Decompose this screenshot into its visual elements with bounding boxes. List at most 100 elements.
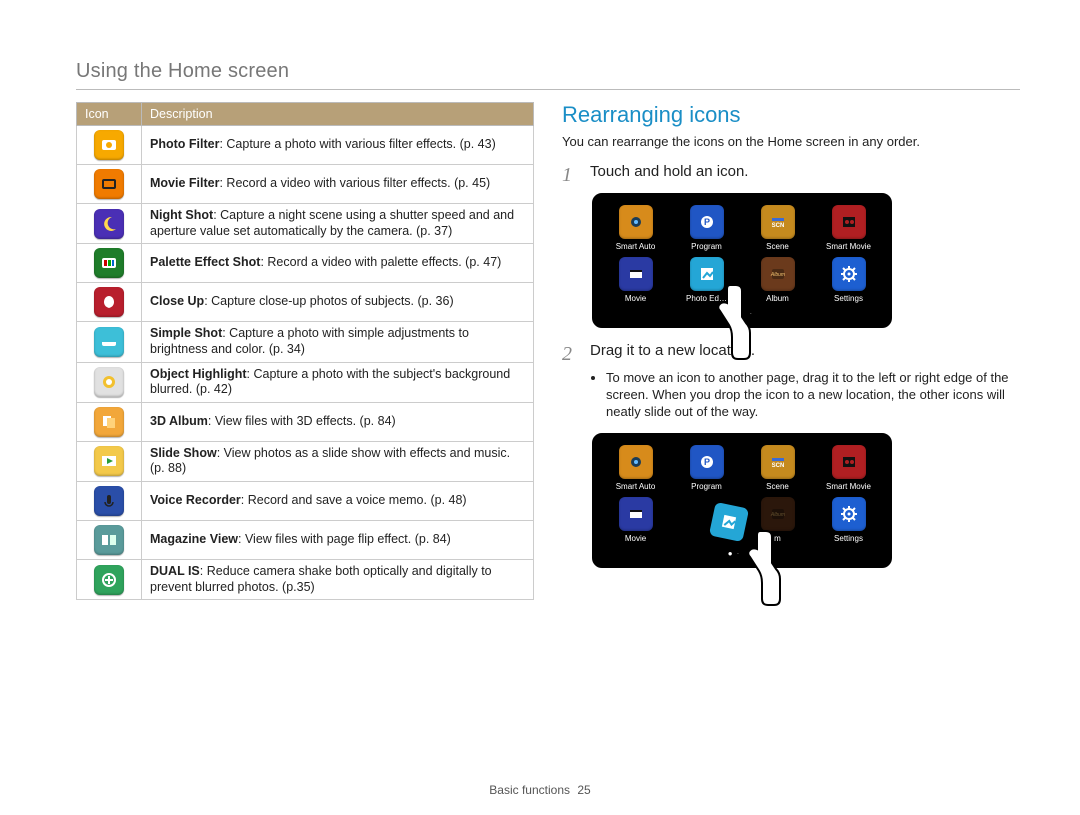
icon-cell bbox=[77, 126, 142, 165]
scene-icon: SCN bbox=[761, 205, 795, 239]
night-shot-icon bbox=[94, 209, 124, 239]
step-1: 1 Touch and hold an icon. bbox=[562, 163, 1020, 185]
palette-shot-icon bbox=[94, 248, 124, 278]
rest: : Record a video with various filter eff… bbox=[219, 176, 490, 190]
step-2-number: 2 bbox=[562, 342, 580, 364]
phone-app-movie: Movie bbox=[602, 497, 669, 543]
footer: Basic functions 25 bbox=[0, 783, 1080, 797]
icon-cell bbox=[77, 402, 142, 441]
phone-app-label: Settings bbox=[834, 534, 863, 543]
phone-app-scene: SCNScene bbox=[744, 445, 811, 491]
desc-cell: Voice Recorder: Record and save a voice … bbox=[142, 482, 534, 521]
table-row: Object Highlight: Capture a photo with t… bbox=[77, 362, 534, 402]
phone-app-settings: Settings bbox=[815, 257, 882, 303]
rest: : Reduce camera shake both optically and… bbox=[150, 564, 492, 594]
scene-icon: SCN bbox=[761, 445, 795, 479]
phone-mockup-1: Smart AutoPProgramSCNSceneSmart MovieMov… bbox=[592, 193, 892, 328]
3d-album-icon bbox=[94, 407, 124, 437]
rest: : Capture close-up photos of subjects. (… bbox=[204, 294, 453, 308]
rest: : Record and save a voice memo. (p. 48) bbox=[241, 493, 467, 507]
phone-app-program: P Program bbox=[673, 445, 740, 491]
table-row: Close Up: Capture close-up photos of sub… bbox=[77, 283, 534, 322]
movie-filter-icon bbox=[94, 169, 124, 199]
desc-cell: Object Highlight: Capture a photo with t… bbox=[142, 362, 534, 402]
svg-text:SCN: SCN bbox=[771, 463, 784, 469]
term: Movie Filter bbox=[150, 176, 219, 190]
table-row: DUAL IS: Reduce camera shake both optica… bbox=[77, 560, 534, 600]
phone-mockup-2: Smart Auto P Program SCNScene Smart Movie Mov… bbox=[592, 433, 892, 568]
term: Magazine View bbox=[150, 532, 238, 546]
desc-cell: 3D Album: View files with 3D effects. (p… bbox=[142, 402, 534, 441]
desc-cell: Close Up: Capture close-up photos of sub… bbox=[142, 283, 534, 322]
desc-cell: Movie Filter: Record a video with variou… bbox=[142, 165, 534, 204]
phone-app-settings: Settings bbox=[815, 497, 882, 543]
step-1-text: Touch and hold an icon. bbox=[590, 163, 748, 185]
step-1-number: 1 bbox=[562, 163, 580, 185]
phone-app-label: Program bbox=[691, 482, 722, 491]
desc-cell: Night Shot: Capture a night scene using … bbox=[142, 204, 534, 244]
object-hl-icon bbox=[94, 367, 124, 397]
phone-app-label: Scene bbox=[766, 242, 789, 251]
icon-cell bbox=[77, 322, 142, 362]
icon-cell bbox=[77, 560, 142, 600]
icon-cell bbox=[77, 244, 142, 283]
rest: : View files with page flip effect. (p. … bbox=[238, 532, 451, 546]
th-icon: Icon bbox=[77, 103, 142, 126]
movie-icon bbox=[619, 257, 653, 291]
title-rule bbox=[76, 89, 1020, 90]
table-row: Simple Shot: Capture a photo with simple… bbox=[77, 322, 534, 362]
smart-movie-icon bbox=[832, 445, 866, 479]
desc-cell: Magazine View: View files with page flip… bbox=[142, 521, 534, 560]
term: Night Shot bbox=[150, 208, 213, 222]
svg-text:P: P bbox=[703, 457, 709, 467]
desc-cell: Palette Effect Shot: Record a video with… bbox=[142, 244, 534, 283]
step-2-bullets: To move an icon to another page, drag it… bbox=[592, 370, 1020, 421]
term: Palette Effect Shot bbox=[150, 255, 260, 269]
movie-icon bbox=[619, 497, 653, 531]
footer-page: 25 bbox=[577, 783, 590, 797]
rest: : View files with 3D effects. (p. 84) bbox=[208, 414, 396, 428]
term: Slide Show bbox=[150, 446, 217, 460]
program-icon: P bbox=[690, 205, 724, 239]
phone-app-label: Smart Movie bbox=[826, 482, 871, 491]
th-desc: Description bbox=[142, 103, 534, 126]
phone-app-label: Album bbox=[766, 294, 789, 303]
phone-app-smart-auto: Smart Auto bbox=[602, 445, 669, 491]
step-2-bullet-1: To move an icon to another page, drag it… bbox=[606, 370, 1020, 421]
icon-cell bbox=[77, 204, 142, 244]
table-row: Voice Recorder: Record and save a voice … bbox=[77, 482, 534, 521]
close-up-icon bbox=[94, 287, 124, 317]
phone-app-smart-movie: Smart Movie bbox=[815, 205, 882, 251]
desc-cell: Slide Show: View photos as a slide show … bbox=[142, 441, 534, 481]
phone-app-label: Smart Auto bbox=[616, 482, 656, 491]
icon-cell bbox=[77, 165, 142, 204]
icon-cell bbox=[77, 441, 142, 481]
term: Photo Filter bbox=[150, 137, 219, 151]
svg-text:Album: Album bbox=[769, 272, 784, 278]
svg-text:P: P bbox=[703, 217, 709, 227]
phone-app-scene: SCN Scene bbox=[744, 205, 811, 251]
phone-app-label: Smart Auto bbox=[616, 242, 656, 251]
section-heading: Rearranging icons bbox=[562, 102, 1020, 128]
album-icon: Album bbox=[761, 257, 795, 291]
footer-section: Basic functions bbox=[489, 783, 570, 797]
program-icon: P bbox=[690, 445, 724, 479]
smart-auto-icon bbox=[619, 445, 653, 479]
table-row: Movie Filter: Record a video with variou… bbox=[77, 165, 534, 204]
icon-cell bbox=[77, 482, 142, 521]
phone-app-label: Smart Movie bbox=[826, 242, 871, 251]
dual-is-icon bbox=[94, 565, 124, 595]
phone-app-movie: Movie bbox=[602, 257, 669, 303]
album-icon: Album bbox=[761, 497, 795, 531]
desc-cell: DUAL IS: Reduce camera shake both optica… bbox=[142, 560, 534, 600]
svg-text:SCN: SCN bbox=[771, 223, 784, 229]
icon-cell bbox=[77, 283, 142, 322]
desc-cell: Simple Shot: Capture a photo with simple… bbox=[142, 322, 534, 362]
hand-icon bbox=[740, 527, 782, 607]
smart-auto-icon bbox=[619, 205, 653, 239]
rest: : Capture a photo with various filter ef… bbox=[219, 137, 495, 151]
section-lead: You can rearrange the icons on the Home … bbox=[562, 134, 1020, 149]
icon-table: Icon Description Photo Filter: Capture a… bbox=[76, 102, 534, 600]
term: Voice Recorder bbox=[150, 493, 241, 507]
hand-icon bbox=[710, 281, 752, 361]
